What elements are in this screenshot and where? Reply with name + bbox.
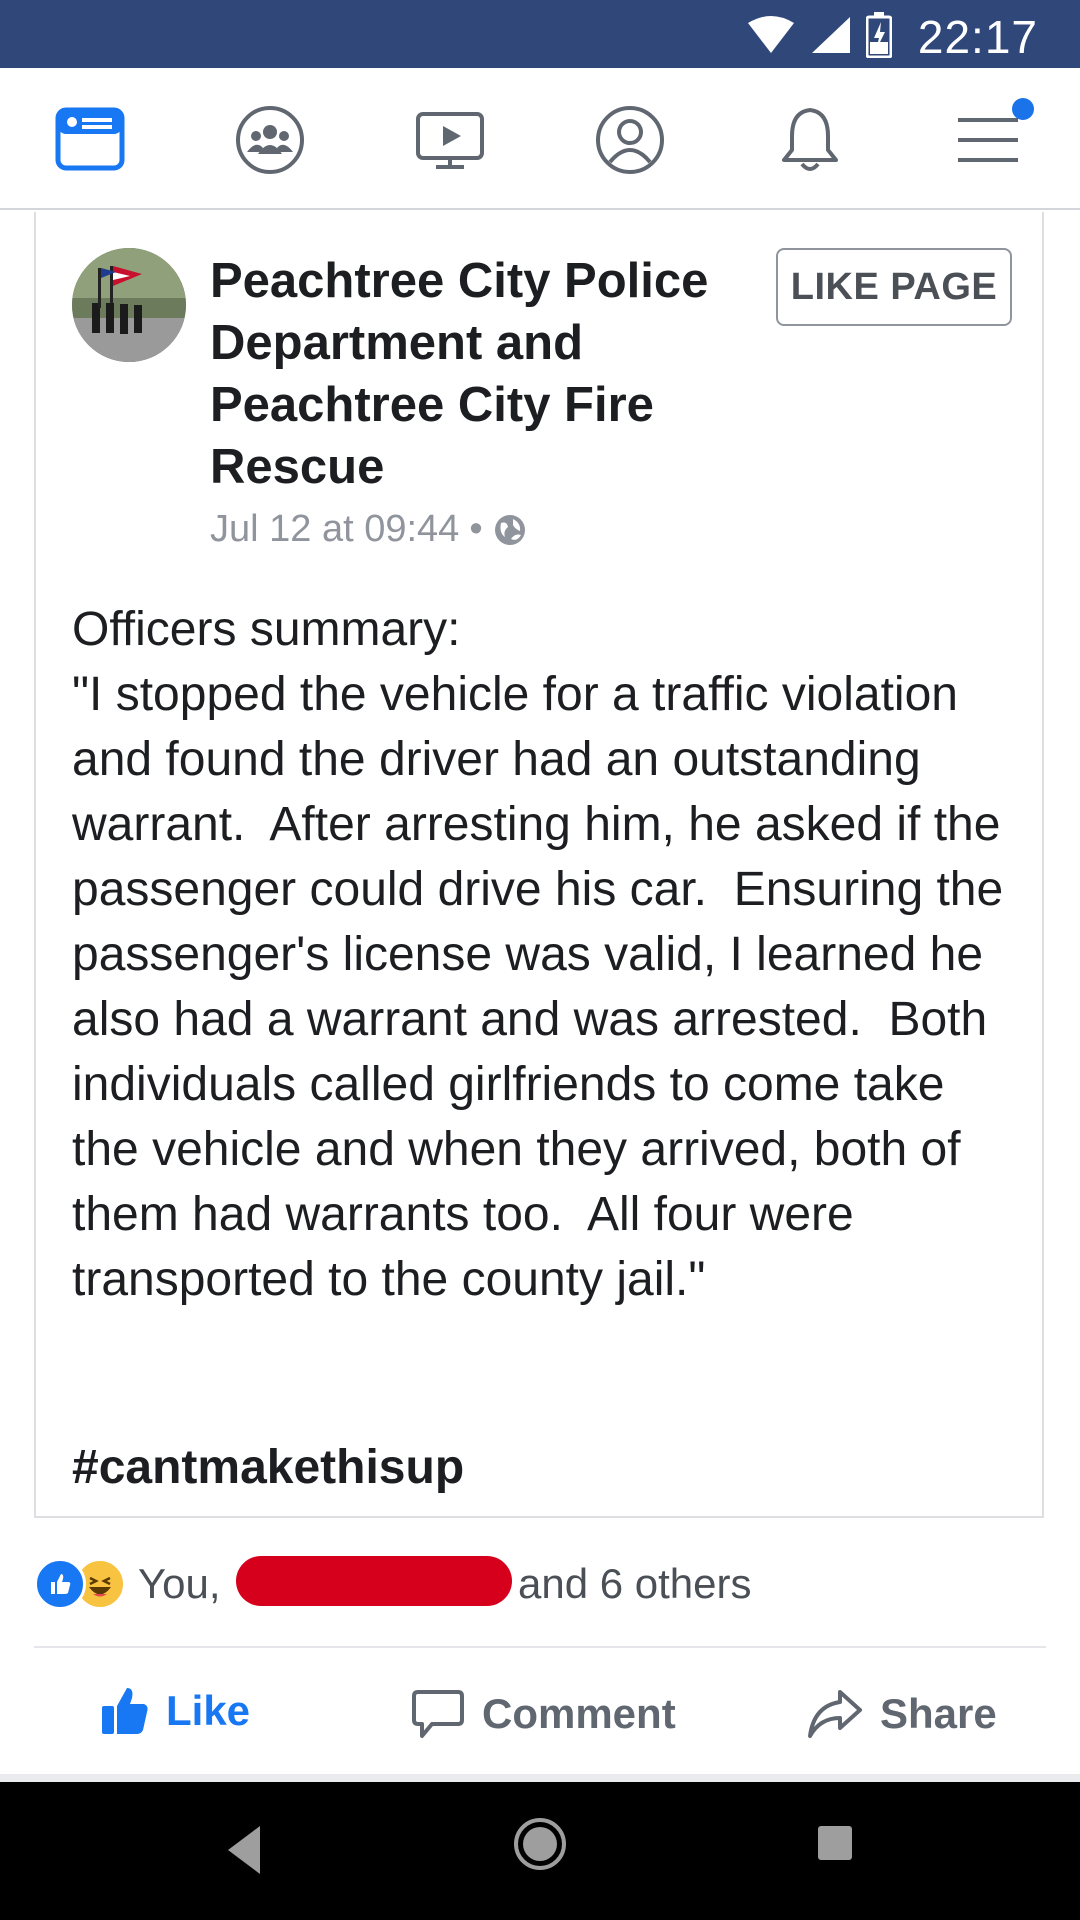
back-icon[interactable] <box>224 1822 264 1878</box>
top-navigation <box>0 68 1080 210</box>
status-bar: 22:17 <box>0 0 1080 68</box>
reactions-others[interactable]: and 6 others <box>518 1560 752 1608</box>
video-icon <box>416 112 484 169</box>
redaction-mark <box>236 1556 512 1606</box>
bell-icon <box>782 108 838 171</box>
news-feed-icon <box>55 107 125 171</box>
post-card: Peachtree City Police Department and Pea… <box>34 212 1044 1518</box>
wifi-icon <box>748 16 794 53</box>
like-label: Like <box>166 1687 251 1734</box>
feed-separator <box>0 1774 1080 1782</box>
share-button[interactable]: Share <box>806 1686 997 1742</box>
reactions-icons[interactable] <box>34 1556 126 1612</box>
groups-tab[interactable] <box>232 102 308 178</box>
page-name-link[interactable]: Peachtree City Police Department and Pea… <box>210 250 750 498</box>
battery-icon <box>866 12 892 58</box>
page-avatar[interactable] <box>72 248 186 362</box>
like-reaction-icon <box>34 1558 86 1610</box>
thumbs-up-icon <box>102 1688 148 1734</box>
avatar-image <box>72 248 186 362</box>
like-page-button[interactable]: LIKE PAGE <box>776 248 1012 326</box>
groups-icon <box>236 106 304 174</box>
menu-tab[interactable] <box>952 98 1034 178</box>
divider <box>34 1646 1046 1648</box>
news-feed-tab[interactable] <box>52 102 128 178</box>
profile-tab[interactable] <box>592 102 668 178</box>
reactions-names[interactable]: You, <box>138 1560 221 1608</box>
recents-icon[interactable] <box>816 1824 854 1862</box>
like-button[interactable]: Like <box>100 1686 250 1736</box>
share-icon <box>808 1690 862 1738</box>
status-icons <box>746 12 892 58</box>
comment-label: Comment <box>482 1690 676 1737</box>
profile-icon <box>596 106 664 174</box>
home-icon[interactable] <box>512 1816 568 1872</box>
clock: 22:17 <box>917 11 1038 63</box>
meta-separator: • <box>469 508 483 550</box>
comment-button[interactable]: Comment <box>410 1686 676 1742</box>
share-label: Share <box>880 1690 997 1737</box>
post-text: Officers summary: "I stopped the vehicle… <box>72 603 1004 1306</box>
notification-dot <box>1012 98 1034 120</box>
system-navigation-bar <box>0 1782 1080 1920</box>
watch-tab[interactable] <box>412 102 488 178</box>
post-actions: Like Comment Share <box>0 1650 1080 1774</box>
hashtag-link[interactable]: #cantmakethisup <box>72 1440 464 1495</box>
signal-icon <box>812 17 850 53</box>
globe-icon <box>494 514 525 545</box>
post-meta: Jul 12 at 09:44 • <box>210 508 527 551</box>
post-timestamp[interactable]: Jul 12 at 09:44 <box>210 508 459 551</box>
notifications-tab[interactable] <box>772 102 848 178</box>
comment-icon <box>412 1690 464 1738</box>
